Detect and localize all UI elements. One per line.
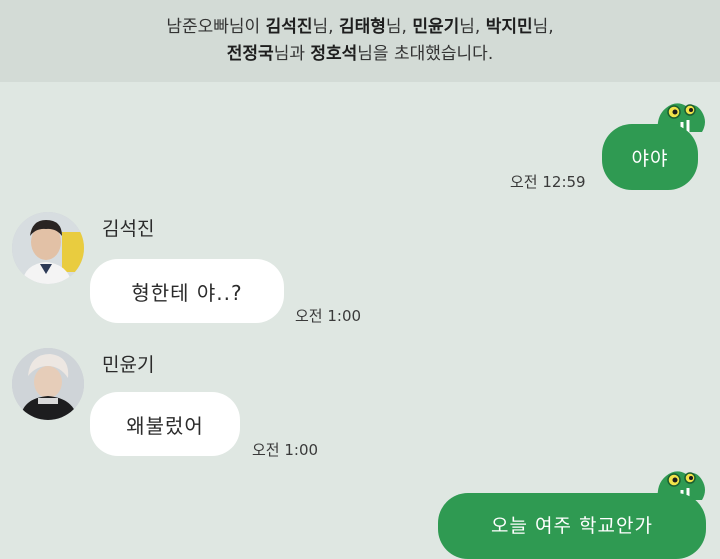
notice-text: 님과 [273, 44, 311, 64]
invited-user-name: 박지민 [485, 17, 533, 37]
invite-notice: 남준오빠님이 김석진님, 김태형님, 민윤기님, 박지민님, 전정국님과 정호석… [0, 0, 720, 82]
incoming-message-bubble[interactable]: 형한테 야..? [90, 259, 284, 323]
message-timestamp: 오전 1:00 [252, 441, 319, 459]
message-text: 오늘 여주 학교안가 [491, 515, 653, 537]
profile-photo-icon [12, 348, 84, 420]
avatar[interactable] [12, 348, 84, 420]
notice-text: 님, [459, 17, 486, 37]
profile-photo-icon [12, 212, 84, 284]
message-text: 왜불렀어 [126, 413, 204, 438]
invite-notice-line1: 남준오빠님이 김석진님, 김태형님, 민윤기님, 박지민님, [166, 14, 553, 41]
notice-text: 남준오빠님이 [166, 17, 266, 37]
invite-notice-line2: 전정국님과 정호석님을 초대했습니다. [227, 41, 493, 68]
notice-text: 님을 초대했습니다. [357, 44, 494, 64]
avatar[interactable] [12, 212, 84, 284]
message-timestamp: 오전 1:00 [295, 307, 362, 325]
invited-user-name: 김태형 [338, 17, 386, 37]
message-text: 형한테 야..? [131, 280, 243, 305]
sender-name: 민윤기 [102, 354, 155, 376]
outgoing-message-bubble[interactable]: 야야 [602, 124, 698, 190]
incoming-message-bubble[interactable]: 왜불렀어 [90, 392, 240, 456]
notice-text: 님, [385, 17, 413, 37]
invited-user-name: 정호석 [310, 44, 358, 64]
notice-text: 님, [312, 17, 339, 37]
notice-text: 님, [532, 17, 554, 37]
outgoing-message-bubble[interactable]: 오늘 여주 학교안가 [438, 493, 706, 559]
message-timestamp: 오전 12:59 [510, 173, 586, 191]
invited-user-name: 전정국 [226, 44, 274, 64]
message-text: 야야 [631, 147, 669, 170]
invited-user-name: 김석진 [265, 17, 313, 37]
sender-name: 김석진 [102, 218, 155, 240]
invited-user-name: 민윤기 [412, 17, 460, 37]
